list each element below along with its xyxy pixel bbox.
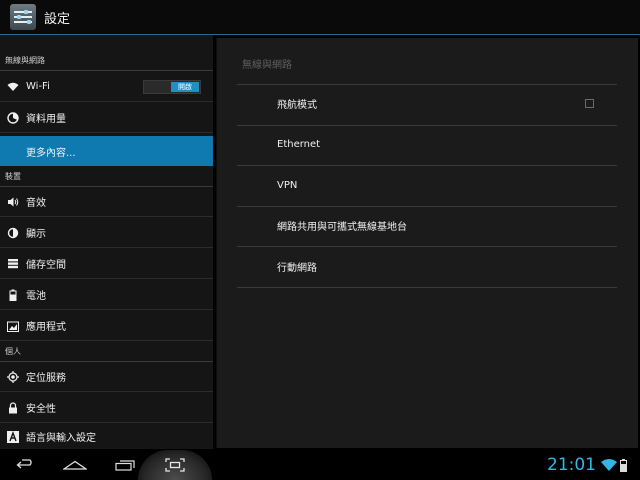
divider <box>237 206 617 207</box>
sidebar-item-label: 更多內容... <box>26 147 76 159</box>
list-item-ethernet[interactable]: Ethernet <box>277 139 320 150</box>
section-header-wireless: 無線與網路 <box>0 55 213 71</box>
sidebar-item-label: 語言與輸入設定 <box>26 433 96 444</box>
sidebar-item-security[interactable]: 安全性 <box>0 393 213 423</box>
status-icons[interactable] <box>600 457 636 476</box>
section-header-personal: 個人 <box>0 346 213 362</box>
detail-title: 無線與網路 <box>242 60 292 71</box>
wifi-signal-icon <box>601 459 627 472</box>
sidebar-item-apps[interactable]: 應用程式 <box>0 311 213 341</box>
data-usage-icon <box>6 111 20 125</box>
sidebar-item-display[interactable]: 顯示 <box>0 218 213 248</box>
home-icon[interactable] <box>53 450 97 480</box>
language-icon <box>6 430 20 444</box>
sidebar-item-label: 音效 <box>26 198 46 209</box>
navigation-bar: 21:01 <box>0 450 640 480</box>
sidebar-item-data-usage[interactable]: 資料用量 <box>0 103 213 133</box>
battery-icon <box>6 288 20 302</box>
sidebar-item-label: 儲存空間 <box>26 260 66 271</box>
back-icon[interactable] <box>3 450 47 480</box>
settings-sliders-icon[interactable] <box>10 4 36 30</box>
wifi-toggle-label: 開啟 <box>171 81 199 92</box>
action-bar: 設定 <box>0 0 640 35</box>
sidebar-item-wifi[interactable]: Wi-Fi 開啟 <box>0 72 213 102</box>
sidebar-item-sound[interactable]: 音效 <box>0 187 213 217</box>
sidebar-item-storage[interactable]: 儲存空間 <box>0 249 213 279</box>
airplane-mode-checkbox[interactable] <box>585 99 594 108</box>
sidebar-item-label: 應用程式 <box>26 322 66 333</box>
sidebar-item-label: 電池 <box>26 291 46 302</box>
screenshot-icon[interactable] <box>153 450 197 480</box>
sidebar-item-label: 資料用量 <box>26 114 66 125</box>
divider <box>237 246 617 247</box>
sidebar-item-more[interactable]: 更多內容... <box>0 136 213 166</box>
detail-panel: 無線與網路 飛航模式 Ethernet VPN 網路共用與可攜式無線基地台 行動… <box>216 38 638 448</box>
apps-icon <box>6 319 20 333</box>
sidebar-item-label: 顯示 <box>26 229 46 240</box>
sidebar-item-battery[interactable]: 電池 <box>0 280 213 310</box>
clock[interactable]: 21:01 <box>547 455 596 475</box>
sidebar-item-label: Wi-Fi <box>26 81 50 92</box>
location-icon <box>6 370 20 384</box>
settings-screen: 設定 無線與網路 Wi-Fi 開啟 資料用量 更多內容... 裝置 音效 顯示 … <box>0 0 640 480</box>
sidebar-item-label: 定位服務 <box>26 373 66 384</box>
lock-icon <box>6 401 20 415</box>
divider <box>237 125 617 126</box>
divider <box>237 165 617 166</box>
sidebar-item-location[interactable]: 定位服務 <box>0 362 213 392</box>
wifi-toggle[interactable]: 開啟 <box>143 79 201 94</box>
wifi-icon <box>6 80 20 94</box>
list-item-airplane-mode[interactable]: 飛航模式 <box>277 96 317 111</box>
settings-sidebar: 無線與網路 Wi-Fi 開啟 資料用量 更多內容... 裝置 音效 顯示 儲存空… <box>0 35 213 449</box>
sidebar-item-language[interactable]: 語言與輸入設定 <box>0 424 213 449</box>
storage-icon <box>6 257 20 271</box>
brightness-icon <box>6 226 20 240</box>
sidebar-item-label: 安全性 <box>26 404 56 415</box>
list-item-vpn[interactable]: VPN <box>277 180 297 191</box>
divider <box>237 287 617 288</box>
speaker-icon <box>6 195 20 209</box>
section-header-device: 裝置 <box>0 171 213 187</box>
list-item-mobile-network[interactable]: 行動網路 <box>277 259 317 274</box>
app-title: 設定 <box>44 11 71 27</box>
list-item-tethering[interactable]: 網路共用與可攜式無線基地台 <box>277 218 407 233</box>
divider <box>237 84 617 85</box>
